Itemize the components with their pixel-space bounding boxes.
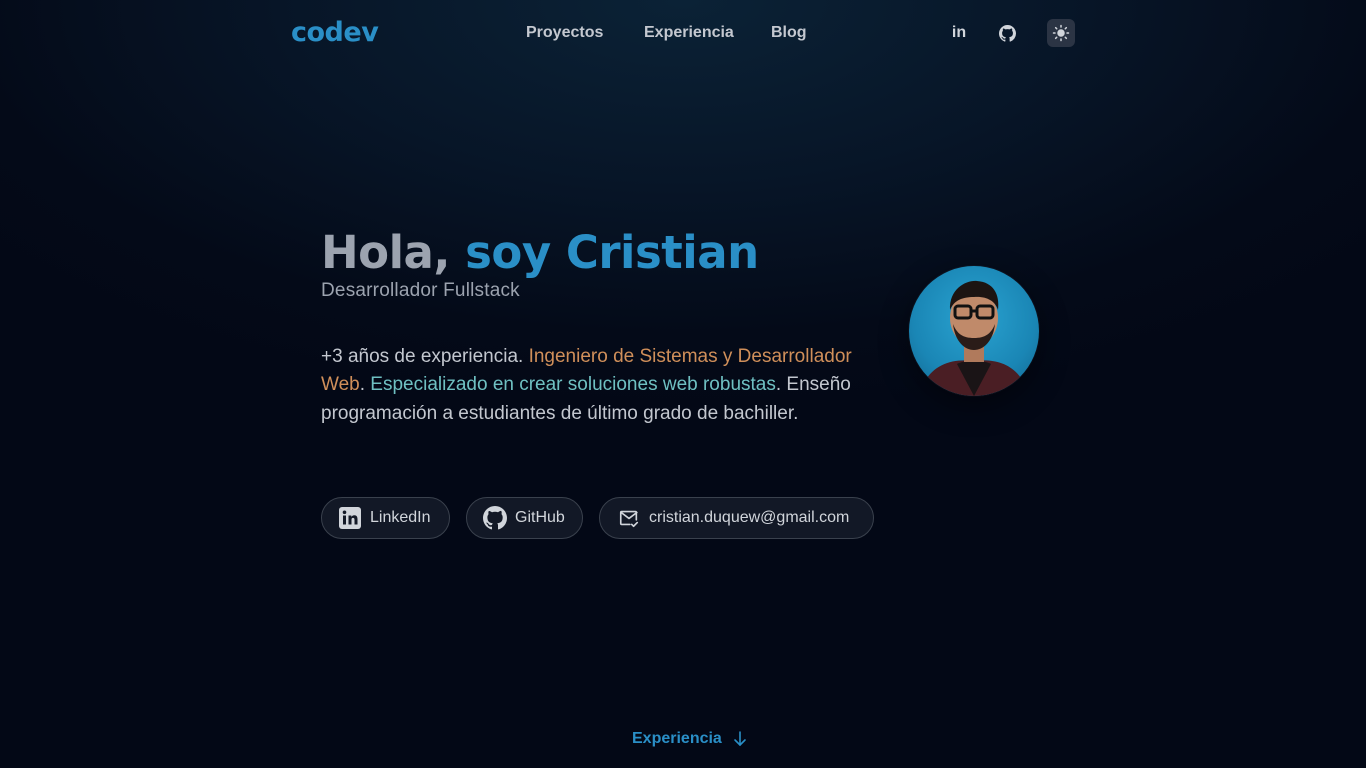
nav-link-experience[interactable]: Experiencia: [644, 24, 734, 42]
github-icon: [483, 506, 507, 530]
theme-toggle-button[interactable]: [1047, 19, 1075, 47]
scroll-to-experience-link[interactable]: Experiencia: [632, 730, 748, 748]
linkedin-button[interactable]: LinkedIn: [321, 497, 450, 539]
nav-link-blog[interactable]: Blog: [771, 24, 807, 42]
hero-subtitle: Desarrollador Fullstack: [321, 280, 520, 301]
github-button-label: GitHub: [515, 509, 565, 526]
bio-text: .: [359, 374, 371, 396]
arrow-down-icon: [732, 730, 748, 748]
hero-name: soy Cristian: [465, 226, 759, 279]
bio-highlight-specialty: Especializado en crear soluciones web ro…: [370, 374, 776, 396]
hero-title: Hola, soy Cristian: [321, 226, 759, 279]
site-logo[interactable]: codev: [291, 17, 379, 48]
nav-link-projects[interactable]: Proyectos: [526, 24, 603, 42]
sun-icon: [1052, 24, 1070, 42]
site-header: codev Proyectos Experiencia Blog in: [0, 0, 1366, 68]
email-button-label: cristian.duquew@gmail.com: [649, 509, 850, 526]
github-icon[interactable]: [996, 22, 1018, 44]
scroll-link-label: Experiencia: [632, 730, 722, 747]
avatar: [909, 266, 1039, 396]
hero-bio: +3 años de experiencia. Ingeniero de Sis…: [321, 343, 881, 428]
linkedin-button-label: LinkedIn: [370, 509, 431, 526]
bio-text: +3 años de experiencia.: [321, 346, 529, 367]
linkedin-icon[interactable]: in: [948, 22, 970, 44]
email-button[interactable]: cristian.duquew@gmail.com: [599, 497, 874, 539]
linkedin-icon: [338, 506, 362, 530]
hero-greeting: Hola,: [321, 226, 450, 279]
github-button[interactable]: GitHub: [466, 497, 583, 539]
mail-icon: [617, 506, 641, 530]
